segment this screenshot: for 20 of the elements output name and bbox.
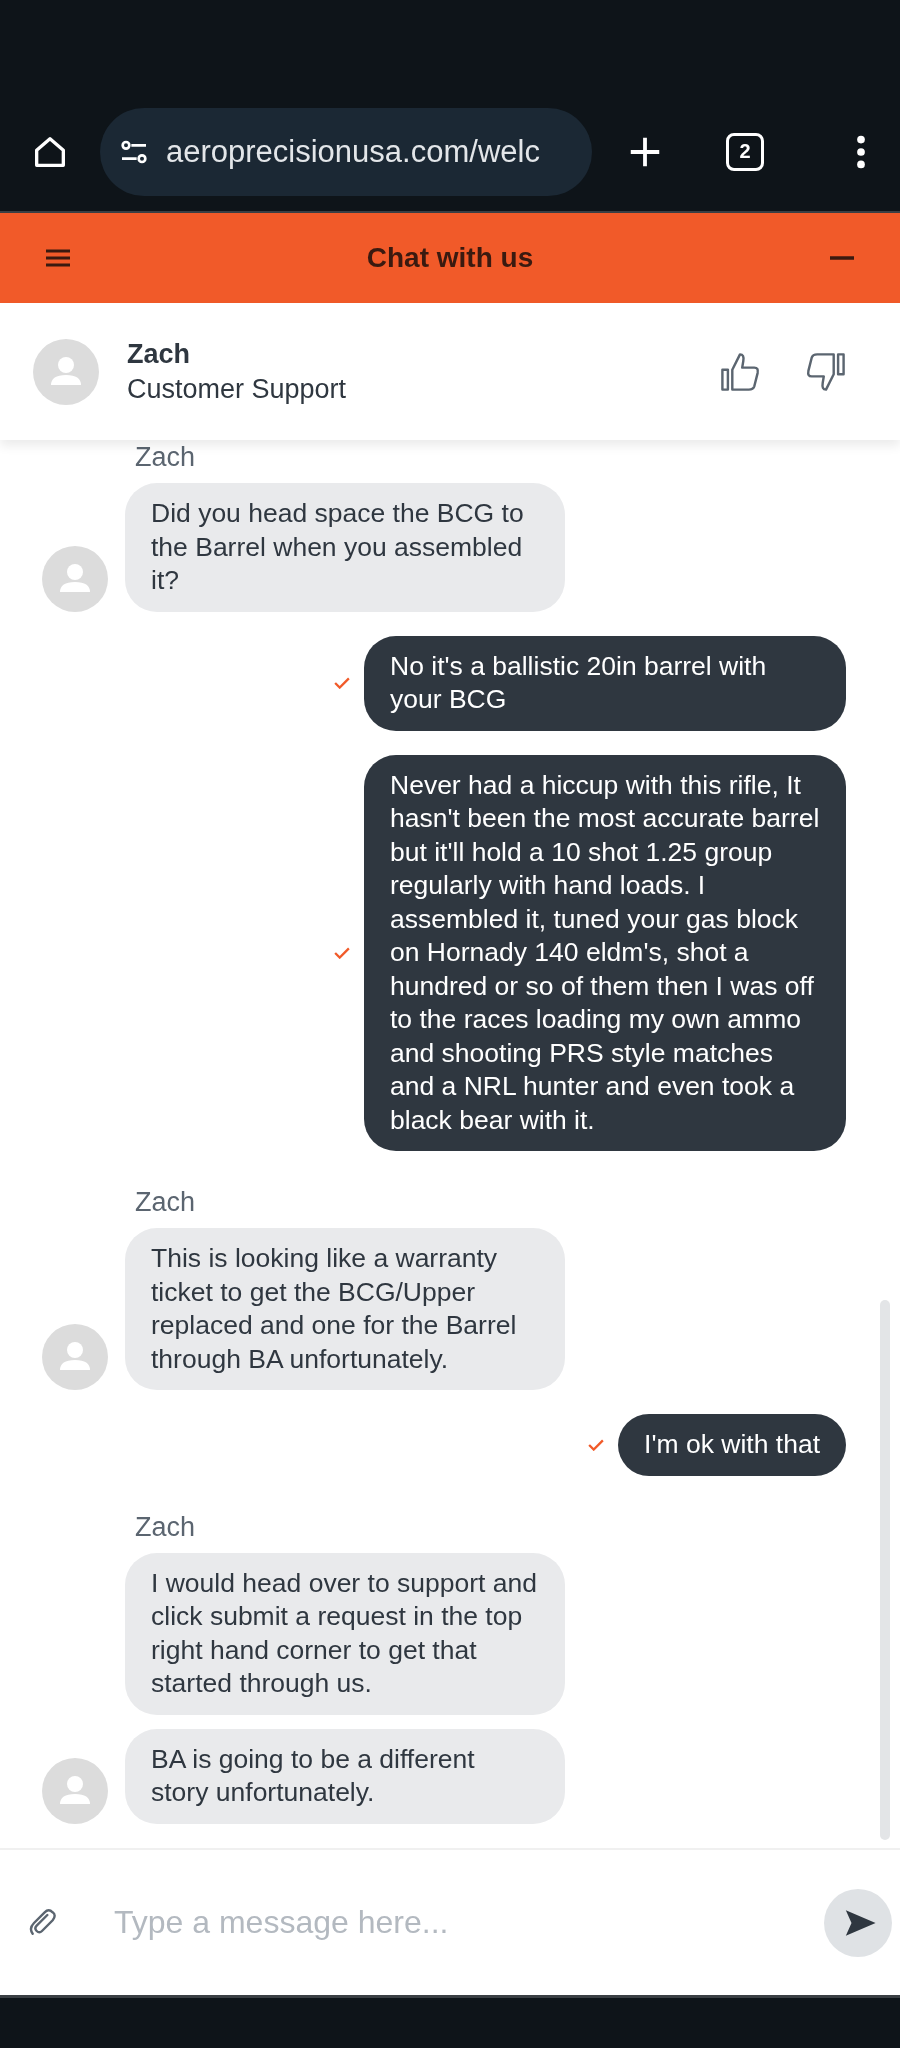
- scrollbar[interactable]: [880, 1300, 890, 1840]
- menu-icon[interactable]: [856, 134, 866, 169]
- message-bubble: I'm ok with that: [618, 1414, 846, 1476]
- url-text: aeroprecisionusa.com/welc: [166, 133, 540, 170]
- sender-name: Zach: [135, 1511, 196, 1542]
- message-bubble: Did you head space the BCG to the Barrel when you assembled it?: [125, 483, 565, 612]
- sender-name: Zach: [135, 1187, 196, 1217]
- message-bubble: Never had a hiccup with this rifle, It hasn't been the most accurate barrel but it'll hold a 10 shot 1.25 group regularly with hand loads. I assembled it, tuned your gas block on Hornady 140 eldm's, shot a hundred or so of them then I was off to the races loading my own ammo and shooting PRS style matches and a NRL hunter and even took a black bear with it.: [364, 754, 846, 1151]
- message-bubble: BA is going to be a different story unfortunately.: [125, 1728, 565, 1824]
- message-bubble: I would head over to support and click submit a request in the top right hand corner to get that started through us.: [125, 1552, 565, 1715]
- avatar-icon: [33, 338, 99, 405]
- message-bubble: No it's a ballistic 20in barrel with your BCG: [364, 635, 846, 731]
- message-bubble: This is looking like a warranty ticket to get the BCG/Upper replaced and one for the Barrel through BA unfortunately.: [125, 1228, 565, 1390]
- chat-title: Chat with us: [366, 242, 534, 274]
- message-input-field[interactable]: Type a message here...: [112, 1891, 824, 1954]
- sender-name: Zach: [135, 442, 196, 472]
- address-bar[interactable]: aeroprecisionusa.com/welc: [100, 107, 592, 196]
- tab-switcher-button[interactable]: 2: [726, 132, 764, 171]
- agent-role: Customer Support: [127, 373, 348, 405]
- agent-name: Zach: [127, 338, 192, 370]
